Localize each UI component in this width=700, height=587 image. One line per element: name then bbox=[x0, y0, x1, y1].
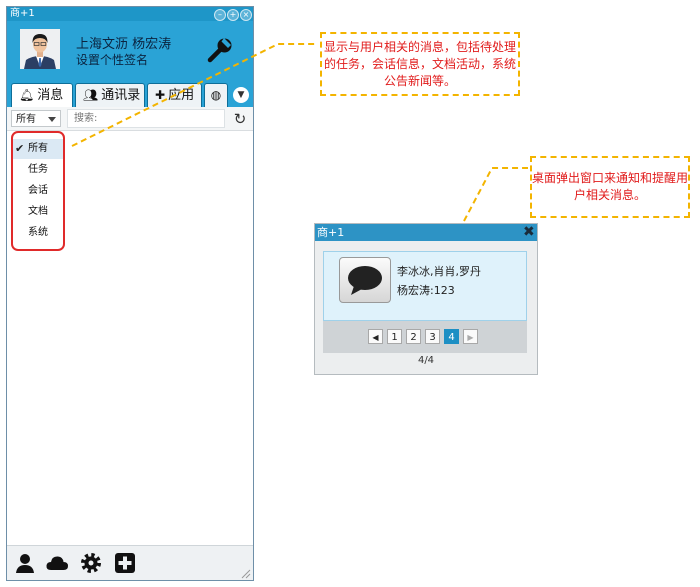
page-count: 4/4 bbox=[417, 355, 435, 366]
page-button[interactable]: 1 bbox=[387, 329, 402, 344]
page-button-current[interactable]: 4 bbox=[444, 329, 459, 344]
popup-title-bar: 商+1 ✖ bbox=[315, 224, 537, 241]
popup-title: 商+1 bbox=[317, 226, 345, 239]
prev-page-icon[interactable]: ◀ bbox=[368, 329, 383, 344]
message-card[interactable]: 李冰冰,肖肖,罗丹 杨宏涛:123 bbox=[323, 251, 527, 321]
callout-note-popup: 桌面弹出窗口来通知和提醒用户相关消息。 bbox=[530, 156, 690, 218]
message-preview: 杨宏涛:123 bbox=[397, 284, 455, 297]
callout-note-messages: 显示与用户相关的消息，包括待处理的任务，会话信息，文档活动，系统公告新闻等。 bbox=[320, 32, 520, 96]
chat-bubble-icon bbox=[339, 257, 391, 303]
page-button[interactable]: 3 bbox=[425, 329, 440, 344]
page-button[interactable]: 2 bbox=[406, 329, 421, 344]
next-page-icon[interactable]: ▶ bbox=[463, 329, 478, 344]
close-icon[interactable]: ✖ bbox=[523, 225, 537, 239]
notification-popup: 商+1 ✖ 李冰冰,肖肖,罗丹 杨宏涛:123 ◀ 1 2 3 4 ▶ 4/4 bbox=[314, 223, 538, 375]
message-senders: 李冰冰,肖肖,罗丹 bbox=[397, 265, 481, 278]
